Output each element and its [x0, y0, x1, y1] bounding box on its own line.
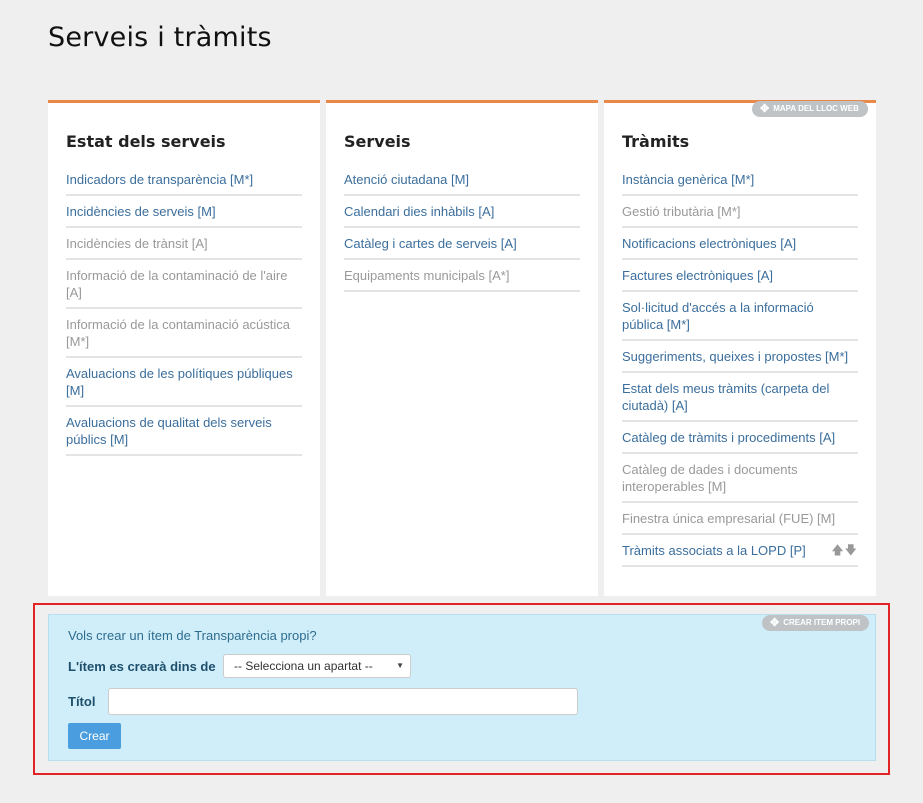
- list-item: Notificacions electròniques [A]: [622, 228, 858, 260]
- column-heading: Estat dels serveis: [66, 132, 226, 151]
- list-item: Instància genèrica [M*]: [622, 164, 858, 196]
- chevron-down-icon: ▼: [396, 661, 404, 670]
- list-item: Incidències de serveis [M]: [66, 196, 302, 228]
- list-item: Factures electròniques [A]: [622, 260, 858, 292]
- list-item: Tràmits associats a la LOPD [P] 🡅🡇: [622, 535, 858, 567]
- create-button[interactable]: Crear: [68, 723, 121, 749]
- column-estat-dels-serveis: Estat dels serveis Indicadors de transpa…: [48, 100, 320, 596]
- list-item-row: Tràmits associats a la LOPD [P] 🡅🡇: [622, 542, 858, 559]
- service-link[interactable]: Catàleg de tràmits i procediments [A]: [622, 430, 835, 445]
- list-item: Estat dels meus tràmits (carpeta del ciu…: [622, 373, 858, 422]
- list-item: Informació de la contaminació acústica […: [66, 309, 302, 358]
- column-heading: Tràmits: [622, 132, 690, 151]
- service-link[interactable]: Informació de la contaminació acústica […: [66, 317, 290, 349]
- service-link[interactable]: Incidències de serveis [M]: [66, 204, 216, 219]
- list-item: Gestió tributària [M*]: [622, 196, 858, 228]
- service-link[interactable]: Equipaments municipals [A*]: [344, 268, 509, 283]
- title-label: Títol: [68, 694, 96, 709]
- service-link[interactable]: Informació de la contaminació de l'aire …: [66, 268, 287, 300]
- services-columns: Estat dels serveis Indicadors de transpa…: [48, 100, 876, 596]
- service-link[interactable]: Catàleg de dades i documents interoperab…: [622, 462, 798, 494]
- column-heading: Serveis: [344, 132, 411, 151]
- move-icon: ✥: [770, 617, 780, 629]
- create-item-panel: Vols crear un ítem de Transparència prop…: [48, 614, 876, 761]
- list-item: Catàleg de tràmits i procediments [A]: [622, 422, 858, 454]
- service-link[interactable]: Finestra única empresarial (FUE) [M]: [622, 511, 835, 526]
- list-item: Calendari dies inhàbils [A]: [344, 196, 580, 228]
- section-select-value: -- Selecciona un apartat --: [234, 659, 373, 673]
- service-link[interactable]: Calendari dies inhàbils [A]: [344, 204, 494, 219]
- link-list: Atenció ciutadana [M] Calendari dies inhà…: [344, 164, 580, 292]
- page-title: Serveis i tràmits: [48, 22, 272, 53]
- list-item: Sol·licitud d'accés a la informació públ…: [622, 292, 858, 341]
- site-map-badge[interactable]: ✥ MAPA DEL LLOC WEB: [752, 101, 868, 117]
- service-link[interactable]: Catàleg i cartes de serveis [A]: [344, 236, 517, 251]
- service-link[interactable]: Avaluacions de qualitat dels serveis púb…: [66, 415, 272, 447]
- list-item: Avaluacions de les polítiques públiques …: [66, 358, 302, 407]
- list-item: Catàleg de dades i documents interoperab…: [622, 454, 858, 503]
- service-link[interactable]: Sol·licitud d'accés a la informació públ…: [622, 300, 814, 332]
- site-map-label: MAPA DEL LLOC WEB: [773, 104, 859, 113]
- column-serveis: Serveis Atenció ciutadana [M] Calendari d…: [326, 100, 598, 596]
- list-item: Incidències de trànsit [A]: [66, 228, 302, 260]
- link-list: Indicadors de transparència [M*] Incidènc…: [66, 164, 302, 456]
- title-input[interactable]: [108, 688, 578, 715]
- service-link[interactable]: Incidències de trànsit [A]: [66, 236, 208, 251]
- service-link[interactable]: Notificacions electròniques [A]: [622, 236, 796, 251]
- create-item-badge[interactable]: ✥ CREAR ITEM PROPI: [762, 615, 870, 631]
- service-link[interactable]: Suggeriments, queixes i propostes [M*]: [622, 349, 848, 364]
- list-item: Atenció ciutadana [M]: [344, 164, 580, 196]
- list-item: Equipaments municipals [A*]: [344, 260, 580, 292]
- link-list: Instància genèrica [M*] Gestió tributària…: [622, 164, 858, 567]
- service-link[interactable]: Indicadors de transparència [M*]: [66, 172, 253, 187]
- service-link[interactable]: Avaluacions de les polítiques públiques …: [66, 366, 293, 398]
- reorder-arrows-icon[interactable]: 🡅🡇: [831, 542, 858, 559]
- list-item: Indicadors de transparència [M*]: [66, 164, 302, 196]
- list-item: Informació de la contaminació de l'aire …: [66, 260, 302, 309]
- service-link[interactable]: Tràmits associats a la LOPD [P]: [622, 542, 806, 559]
- list-item: Catàleg i cartes de serveis [A]: [344, 228, 580, 260]
- list-item: Avaluacions de qualitat dels serveis púb…: [66, 407, 302, 456]
- column-tramits: Tràmits Instància genèrica [M*] Gestió tr…: [604, 100, 876, 596]
- move-icon: ✥: [760, 103, 770, 115]
- service-link[interactable]: Gestió tributària [M*]: [622, 204, 741, 219]
- service-link[interactable]: Estat dels meus tràmits (carpeta del ciu…: [622, 381, 829, 413]
- service-link[interactable]: Instància genèrica [M*]: [622, 172, 754, 187]
- service-link[interactable]: Factures electròniques [A]: [622, 268, 773, 283]
- section-select[interactable]: -- Selecciona un apartat -- ▼: [223, 654, 411, 678]
- section-label: L'ítem es crearà dins de: [68, 659, 216, 674]
- list-item: Suggeriments, queixes i propostes [M*]: [622, 341, 858, 373]
- list-item: Finestra única empresarial (FUE) [M]: [622, 503, 858, 535]
- service-link[interactable]: Atenció ciutadana [M]: [344, 172, 469, 187]
- create-item-label: CREAR ITEM PROPI: [783, 618, 861, 627]
- create-question: Vols crear un ítem de Transparència prop…: [68, 628, 317, 643]
